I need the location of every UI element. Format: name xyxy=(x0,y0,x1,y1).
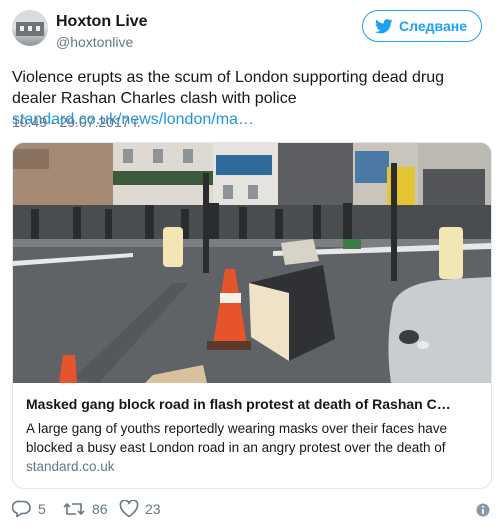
like-icon xyxy=(119,500,139,518)
card-description: A large gang of youths reportedly wearin… xyxy=(26,421,447,455)
author-name[interactable]: Hoxton Live xyxy=(56,13,148,31)
tweet-header: Hoxton Live @hoxtonlive Следване xyxy=(12,10,490,54)
like-count: 23 xyxy=(145,501,161,517)
follow-button-label: Следване xyxy=(399,18,467,34)
tweet-actions: 5 86 23 xyxy=(12,500,490,522)
link-card[interactable]: Masked gang block road in flash protest … xyxy=(12,142,492,489)
card-image[interactable] xyxy=(13,143,491,383)
reply-count: 5 xyxy=(38,501,46,517)
follow-button[interactable]: Следване xyxy=(362,10,482,42)
retweet-button[interactable]: 86 xyxy=(62,500,108,518)
twitter-bird-icon xyxy=(375,18,393,33)
tweet-body: Violence erupts as the scum of London su… xyxy=(12,69,444,107)
card-domain: standard.co.uk xyxy=(26,459,115,474)
retweet-icon xyxy=(63,502,85,516)
retweet-count: 86 xyxy=(92,501,108,517)
card-title[interactable]: Masked gang block road in flash protest … xyxy=(26,396,478,412)
reply-button[interactable]: 5 xyxy=(12,500,46,518)
info-icon[interactable] xyxy=(476,503,490,517)
reply-icon xyxy=(12,500,31,518)
avatar[interactable] xyxy=(12,10,48,46)
like-button[interactable]: 23 xyxy=(119,500,161,518)
card-body[interactable]: Masked gang block road in flash protest … xyxy=(13,383,491,488)
tweet-timestamp[interactable]: 10:49 - 29.07.2017 г. xyxy=(12,114,141,130)
author-handle[interactable]: @hoxtonlive xyxy=(56,34,133,50)
